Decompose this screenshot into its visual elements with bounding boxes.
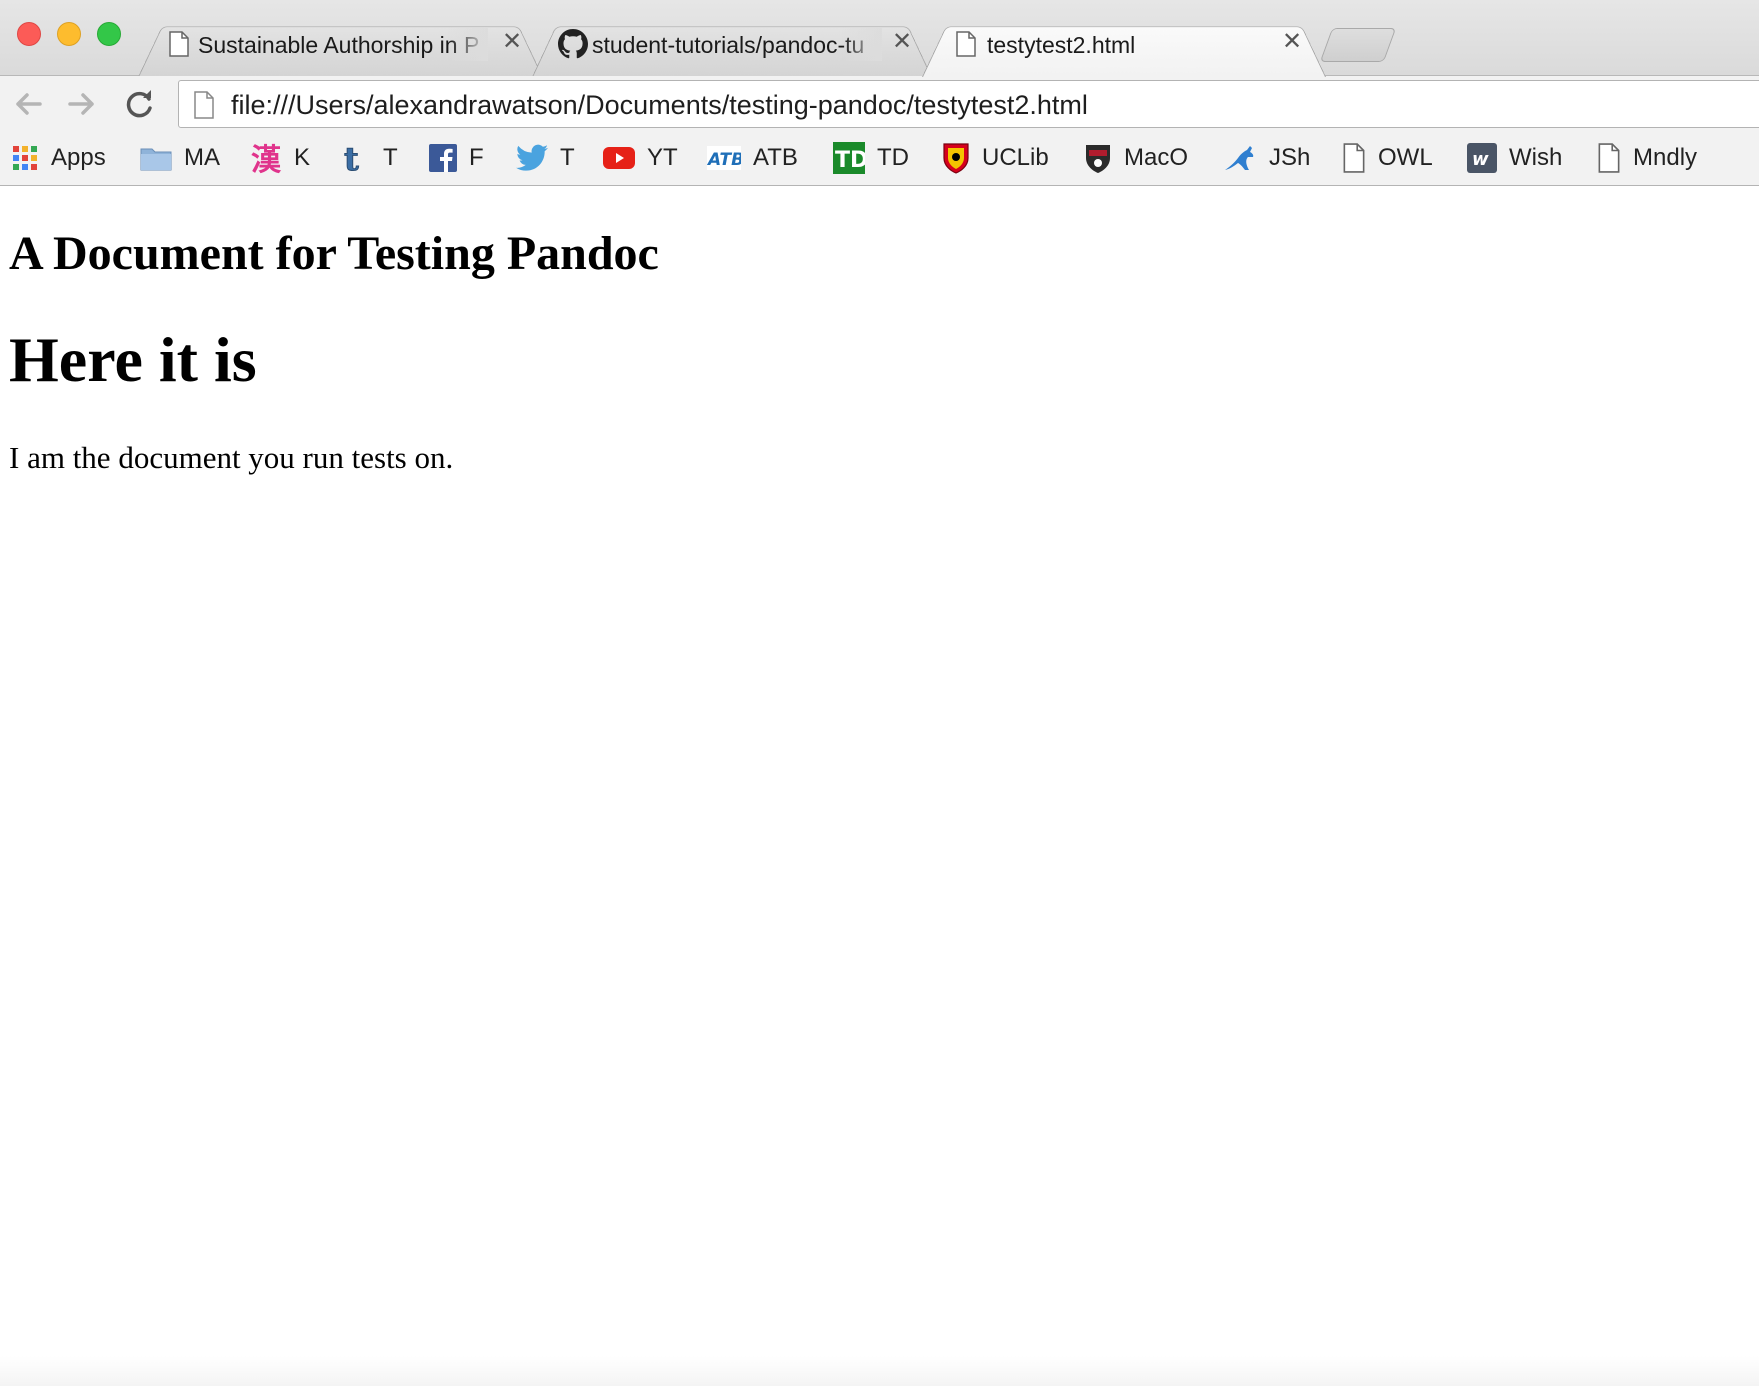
bookmark-uclib[interactable]: UCLib [942, 142, 1049, 174]
tab-strip: Sustainable Authorship in P ✕ student-tu… [0, 0, 1759, 78]
window-minimize-button[interactable] [57, 22, 81, 46]
page-icon [169, 31, 189, 57]
bookmark-k[interactable]: 漢 K [250, 142, 310, 174]
section-heading: Here it is [9, 324, 257, 395]
tab-title: testytest2.html [987, 32, 1136, 58]
bookmark-label: T [560, 144, 575, 171]
svg-text:w: w [1472, 149, 1489, 170]
github-icon [558, 29, 588, 59]
mac-shield-icon [1086, 145, 1110, 173]
bookmark-ma[interactable]: MA [140, 142, 220, 174]
bookmark-label: YT [647, 144, 678, 171]
tab-close-icon[interactable]: ✕ [499, 29, 525, 55]
bookmark-wish[interactable]: w Wish [1467, 142, 1562, 174]
bookmark-label: OWL [1378, 144, 1433, 171]
bookmark-label: JSh [1269, 144, 1311, 171]
tab-title-fade [842, 27, 882, 61]
tab-sustainable-authorship[interactable]: Sustainable Authorship in P ✕ [138, 19, 543, 78]
bookmark-label: T [383, 144, 398, 171]
bookmark-label: Mndly [1633, 144, 1698, 171]
tumblr-icon: t [344, 142, 360, 174]
svg-text:t: t [344, 142, 359, 174]
address-url[interactable]: file:///Users/alexandrawatson/Documents/… [231, 90, 1088, 121]
page-icon [1598, 143, 1620, 173]
body-paragraph: I am the document you run tests on. [9, 440, 454, 475]
page-icon [1343, 143, 1365, 173]
twitter-icon [516, 144, 548, 171]
facebook-icon [429, 144, 457, 172]
tab-title: Sustainable Authorship in P [198, 32, 480, 58]
bookmark-atb[interactable]: ATB ATB [707, 142, 798, 174]
svg-text:TD: TD [835, 148, 865, 173]
tab-close-icon[interactable]: ✕ [889, 29, 915, 55]
bookmark-label: MA [184, 144, 220, 171]
bookmark-label: MacO [1124, 144, 1189, 171]
tab-student-tutorials[interactable]: student-tutorials/pandoc-tu ✕ [532, 19, 932, 78]
bookmark-label: Apps [51, 144, 106, 171]
page-icon [956, 31, 976, 57]
page-icon [194, 91, 214, 119]
bookmark-yt[interactable]: YT [603, 142, 678, 174]
wish-icon: w [1467, 143, 1497, 173]
tab-close-icon[interactable]: ✕ [1279, 29, 1305, 55]
atb-icon: ATB [707, 146, 741, 170]
kanji-icon: 漢 [251, 143, 282, 174]
kangaroo-icon [1225, 146, 1254, 170]
back-arrow-icon[interactable] [10, 86, 46, 122]
window-maximize-button[interactable] [97, 22, 121, 46]
bookmark-t-twitter[interactable]: T [516, 142, 575, 174]
address-bar[interactable]: file:///Users/alexandrawatson/Documents/… [178, 80, 1759, 128]
youtube-icon [603, 147, 635, 169]
window-close-button[interactable] [17, 22, 41, 46]
folder-icon [140, 148, 172, 171]
tab-testytest2[interactable]: testytest2.html ✕ [922, 19, 1326, 78]
bookmark-label: Wish [1509, 144, 1563, 171]
reload-icon[interactable] [122, 86, 158, 122]
bookmark-t-tumblr[interactable]: t T [341, 142, 398, 174]
bookmark-td[interactable]: TD TD [833, 142, 909, 174]
tab-title: student-tutorials/pandoc-tu [592, 32, 865, 58]
bookmark-label: TD [877, 144, 909, 171]
bookmark-apps[interactable]: Apps [11, 142, 106, 174]
browser-toolbar: file:///Users/alexandrawatson/Documents/… [0, 76, 1759, 132]
bookmark-maco[interactable]: MacO [1084, 142, 1188, 174]
bookmark-label: ATB [753, 144, 798, 171]
bookmark-f[interactable]: F [429, 142, 484, 174]
new-tab-button[interactable] [1319, 28, 1397, 62]
page-content: A Document for Testing Pandoc Here it is… [0, 186, 1759, 1386]
bookmark-mndly[interactable]: Mndly [1597, 142, 1697, 174]
bookmark-label: UCLib [982, 144, 1049, 171]
svg-text:漢: 漢 [251, 143, 282, 174]
bookmark-label: F [469, 144, 484, 171]
bookmarks-bar: Apps MA 漢 K t T F T YT ATB ATB TD TD UCL… [0, 132, 1759, 186]
td-bank-icon: TD [833, 142, 865, 174]
tab-title-fade [448, 27, 488, 61]
apps-grid-icon [13, 146, 37, 170]
bookmark-jsh[interactable]: JSh [1223, 142, 1310, 174]
ucalgary-crest-icon [943, 143, 969, 174]
bookmark-label: K [294, 144, 311, 171]
svg-text:ATB: ATB [707, 150, 741, 170]
bottom-shade [0, 1356, 1759, 1386]
document-title: A Document for Testing Pandoc [9, 227, 659, 280]
bookmark-owl[interactable]: OWL [1342, 142, 1433, 174]
forward-arrow-icon[interactable] [64, 86, 100, 122]
